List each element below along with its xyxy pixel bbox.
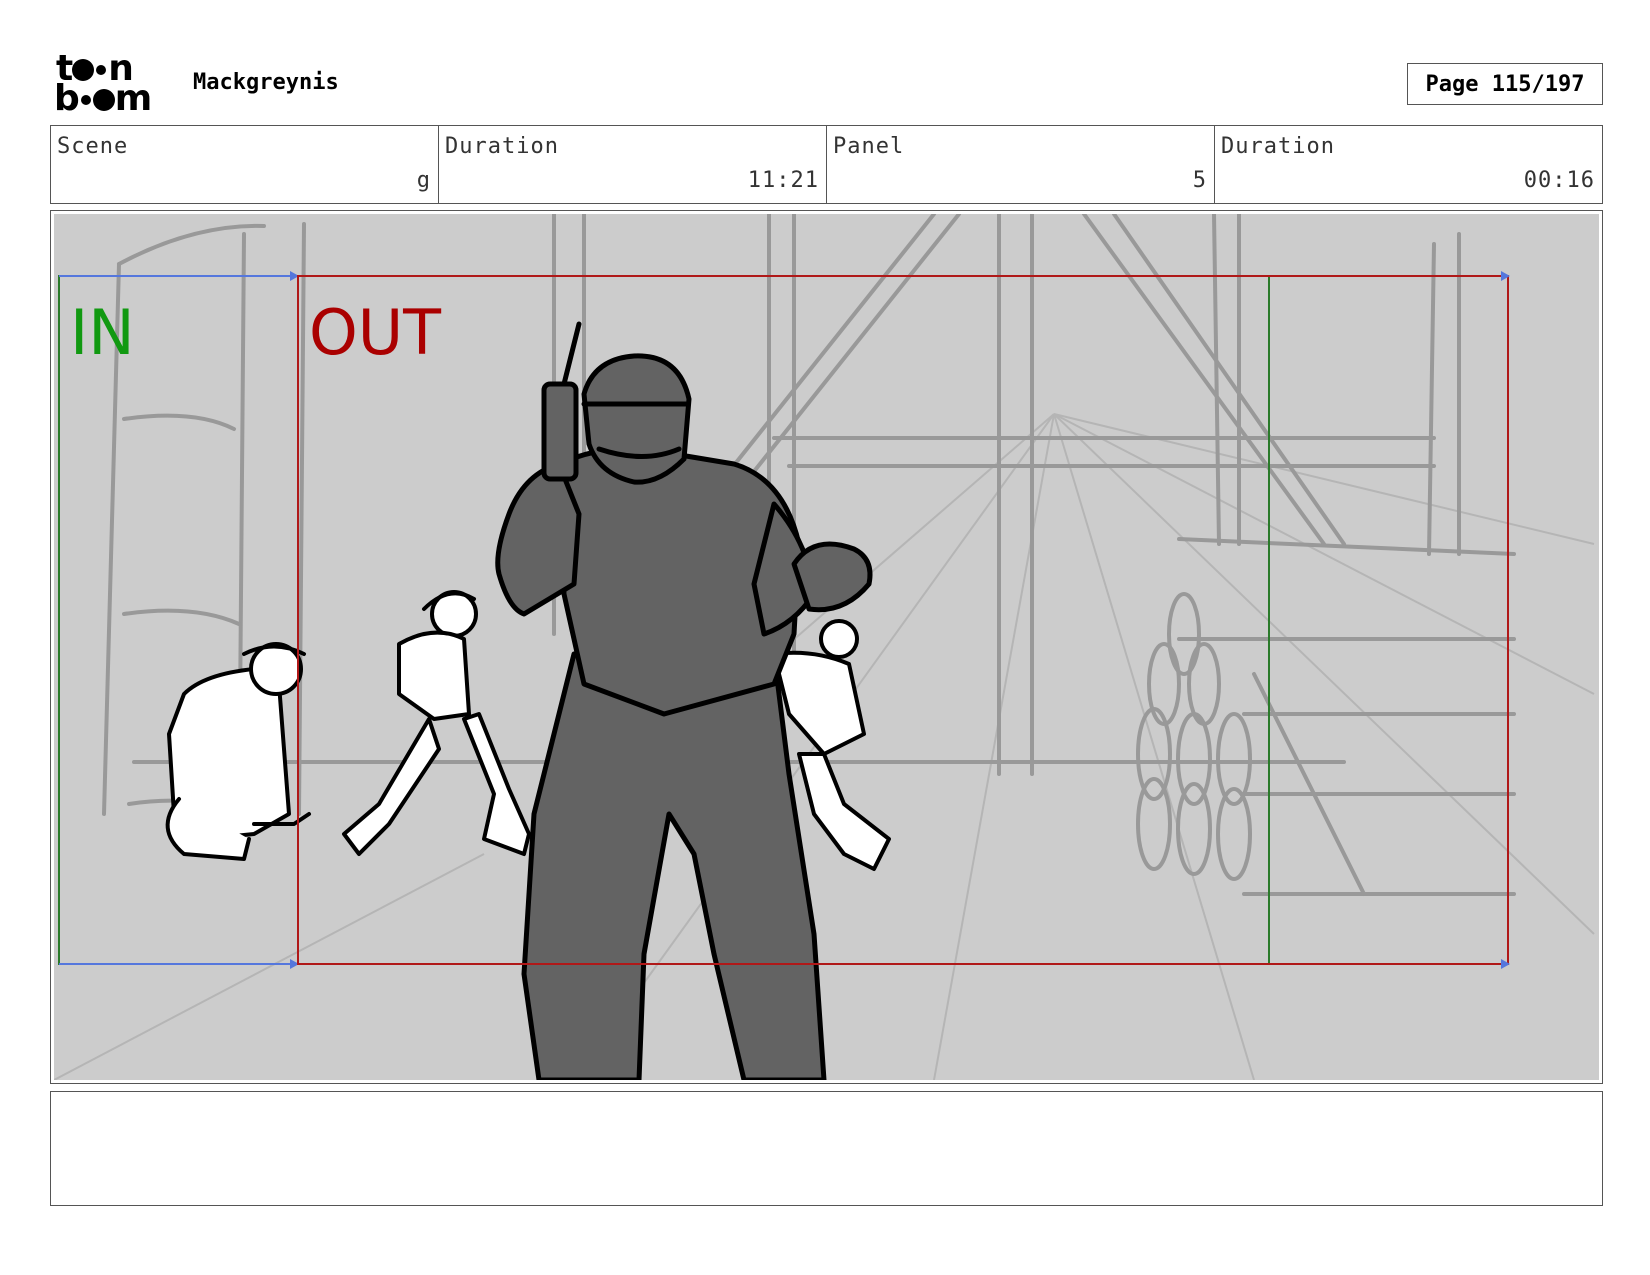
out-label: OUT [309,296,442,369]
project-name: Mackgreynis [193,70,339,95]
page-indicator: Page 115/197 [1407,63,1603,105]
logo-bottom-row: bm [54,78,152,119]
scene-value: g [416,168,431,193]
scene-duration-value: 11:21 [747,168,819,193]
info-row: Scene g Duration 11:21 Panel 5 Duration … [50,125,1603,204]
panel-cell: Panel 5 [827,126,1215,203]
panel-duration-label: Duration [1221,134,1335,159]
scene-duration-label: Duration [445,134,559,159]
scene-duration-cell: Duration 11:21 [439,126,827,203]
panel-notes-box[interactable] [50,1091,1603,1206]
scene-cell: Scene g [51,126,439,203]
panel-label: Panel [833,134,905,159]
panel-duration-value: 00:16 [1523,168,1595,193]
panel-duration-cell: Duration 00:16 [1215,126,1602,203]
storyboard-panel-image: IN OUT [54,214,1599,1080]
toon-boom-logo: tn bm [54,51,172,119]
in-label: IN [70,296,135,369]
scene-label: Scene [57,134,129,159]
panel-value: 5 [1192,168,1207,193]
